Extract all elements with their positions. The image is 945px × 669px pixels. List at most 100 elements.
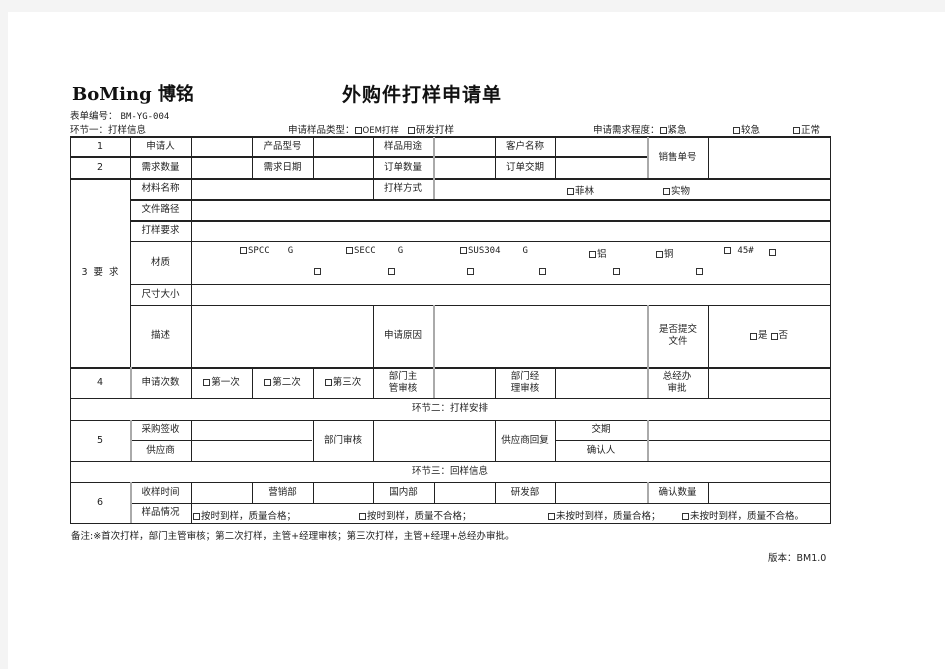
sample-type-rnd: 研发打样 [415, 125, 454, 136]
material-45[interactable]: 45# [724, 246, 754, 256]
vline [495, 367, 496, 398]
description-field[interactable] [191, 305, 373, 367]
delivery-field[interactable] [647, 420, 830, 440]
checkbox-oem[interactable] [354, 127, 362, 134]
checkbox-film[interactable] [567, 188, 574, 195]
dept-review-field[interactable] [373, 420, 495, 461]
row-2-number: 2 [96, 161, 104, 173]
material-name-field[interactable] [191, 178, 373, 199]
checkbox-rnd[interactable] [407, 127, 415, 134]
sampling-req-field[interactable] [191, 220, 830, 241]
checkbox-first[interactable] [203, 379, 211, 386]
urgency-label: 申请需求程度： [593, 125, 660, 136]
footer-note: 备注:※首次打样，部门主管审核；第二次打样，主管+经理审核；第三次打样，主管+经… [71, 531, 515, 542]
sampling-method-label: 打样方式 [383, 182, 422, 194]
form-title: 外购件打样申请单 [342, 84, 503, 106]
applicant-field[interactable] [191, 137, 252, 157]
product-model-field[interactable] [313, 137, 373, 157]
times-first[interactable]: 第一次 [191, 367, 252, 398]
table-border-bottom [70, 523, 831, 524]
product-model-label: 产品型号 [263, 141, 302, 152]
supplier-field[interactable] [191, 440, 313, 461]
material-copper[interactable]: 铜 [656, 246, 674, 260]
checkbox-urgent[interactable] [659, 127, 667, 134]
times-second[interactable]: 第二次 [252, 367, 313, 398]
company-brand: BoMing 博铭 [72, 84, 194, 105]
checkbox-submit-no[interactable] [770, 332, 778, 340]
checkbox-45[interactable] [724, 247, 731, 254]
checkbox-second[interactable] [264, 379, 272, 386]
checkbox-late-ok[interactable] [548, 513, 555, 520]
checkbox-secc[interactable] [346, 247, 353, 254]
checkbox-normal[interactable] [793, 127, 800, 134]
marketing-field[interactable] [313, 482, 373, 503]
checkbox-third[interactable] [324, 379, 332, 386]
material-secc[interactable]: SECC G [346, 246, 403, 256]
vline [373, 367, 374, 398]
status-ontime-ok[interactable]: 按时到样，质量合格； [193, 508, 296, 522]
checkbox-late-bad[interactable] [682, 513, 689, 520]
supplier-reply-label: 供应商回复 [501, 434, 549, 446]
domestic-field[interactable] [434, 482, 495, 503]
checkbox-other-3[interactable] [388, 268, 395, 275]
req-date-label: 需求日期 [263, 161, 302, 173]
confirm-qty-field[interactable] [708, 482, 830, 503]
checkbox-sus304[interactable] [460, 247, 467, 254]
checkbox-other-1[interactable] [769, 249, 776, 256]
sample-use-label: 样品用途 [383, 141, 422, 152]
material-spcc[interactable]: SPCC G [240, 246, 293, 256]
times-label: 申请次数 [141, 376, 180, 388]
material-aluminum[interactable]: 铝 [589, 246, 607, 260]
checkbox-medium[interactable] [733, 127, 740, 134]
sales-no-field[interactable] [708, 137, 830, 178]
status-late-ok[interactable]: 未按时到样，质量合格； [548, 508, 661, 522]
material-secc-unit: G [397, 246, 404, 256]
status-ontime-bad[interactable]: 按时到样，质量不合格； [359, 508, 472, 522]
form-number-value: BM-YG-004 [120, 112, 170, 122]
size-field[interactable] [191, 284, 830, 305]
purchase-sign-field[interactable] [191, 420, 313, 440]
checkbox-other-2[interactable] [314, 268, 321, 275]
row-6-number: 6 [96, 496, 104, 508]
file-path-label: 文件路径 [141, 203, 180, 215]
urgency-normal: 正常 [801, 125, 821, 136]
gm-office-field[interactable] [708, 367, 830, 398]
sample-use-field[interactable] [433, 137, 495, 157]
req-date-field[interactable] [313, 157, 373, 178]
sampling-option-physical[interactable]: 实物 [663, 183, 690, 197]
req-qty-field[interactable] [191, 157, 252, 178]
sampling-physical-label: 实物 [671, 186, 691, 197]
checkbox-aluminum[interactable] [589, 251, 596, 258]
sampling-option-film[interactable]: 菲林 [567, 183, 594, 197]
checkbox-spcc[interactable] [240, 247, 247, 254]
checkbox-other-4[interactable] [467, 268, 474, 275]
file-path-field[interactable] [191, 199, 830, 220]
row-1-number: 1 [96, 141, 104, 152]
dept-manager-field[interactable] [555, 367, 647, 398]
times-third[interactable]: 第三次 [313, 367, 373, 398]
confirmer-field[interactable] [647, 440, 830, 461]
order-qty-field[interactable] [433, 157, 495, 178]
applicant-label: 申请人 [146, 141, 175, 152]
checkbox-ontime-ok[interactable] [193, 513, 200, 520]
order-delivery-field[interactable] [555, 157, 647, 178]
gm-office-label: 总经办审批 [662, 370, 692, 394]
sample-type: 申请样品类型： OEM打样 研发打样 [288, 122, 454, 136]
dept-supervisor-label: 部门主管审核 [388, 370, 418, 394]
checkbox-submit-yes[interactable] [749, 332, 757, 340]
reason-field[interactable] [433, 305, 647, 367]
checkbox-physical[interactable] [663, 188, 670, 195]
receive-time-field[interactable] [191, 482, 252, 503]
checkbox-ontime-bad[interactable] [359, 513, 366, 520]
checkbox-other-5[interactable] [539, 268, 546, 275]
customer-name-field[interactable] [555, 137, 647, 157]
rnd-field[interactable] [555, 482, 647, 503]
checkbox-other-7[interactable] [696, 268, 703, 275]
rnd-label: 研发部 [510, 486, 540, 498]
checkbox-other-6[interactable] [613, 268, 620, 275]
dept-supervisor-field[interactable] [433, 367, 495, 398]
dept-review-label: 部门审核 [323, 434, 362, 446]
material-sus304[interactable]: SUS304 G [460, 246, 528, 256]
checkbox-copper[interactable] [656, 251, 663, 258]
status-late-bad[interactable]: 未按时到样，质量不合格。 [682, 508, 804, 522]
